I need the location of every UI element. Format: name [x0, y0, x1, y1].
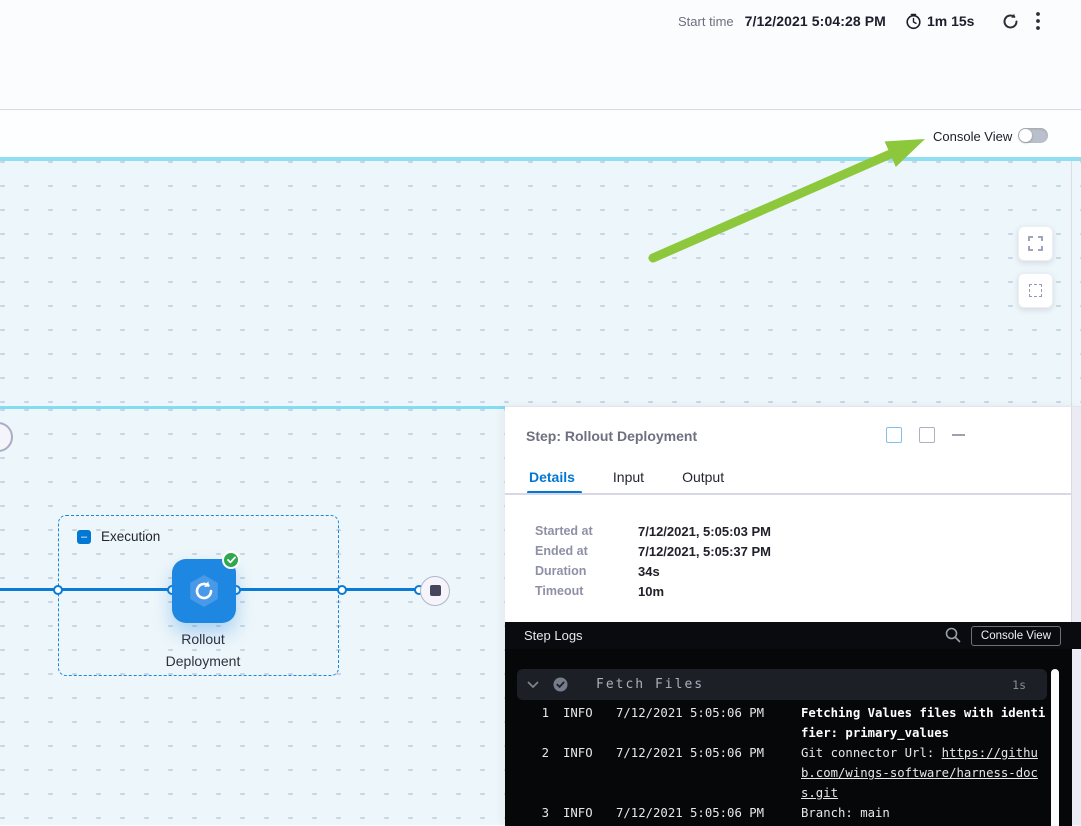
split-view-icon[interactable] [886, 427, 902, 443]
minimize-panel-button[interactable] [952, 434, 965, 436]
execution-group-label: Execution [101, 529, 160, 544]
canvas-right-edge [1071, 161, 1072, 406]
edge-connector-dot [337, 585, 347, 595]
step-details-panel: Step: Rollout Deployment Details Input O… [505, 406, 1081, 825]
log-message: Git connector Url: https://githu b.com/w… [801, 743, 1051, 803]
log-line-number: 1 [505, 703, 549, 743]
toggle-knob [1019, 129, 1032, 142]
log-rows: 1 INFO 7/12/2021 5:05:06 PM Fetching Val… [505, 703, 1065, 823]
detail-label: Started at [535, 524, 638, 538]
detail-label: Ended at [535, 544, 638, 558]
collapse-group-button[interactable]: – [77, 530, 91, 544]
start-time-label: Start time [678, 14, 734, 29]
end-node[interactable] [420, 576, 450, 606]
detail-row-ended-at: Ended at 7/12/2021, 5:05:37 PM [535, 541, 771, 561]
tab-details[interactable]: Details [529, 469, 575, 485]
canvas-dot-grid [0, 161, 1081, 406]
fit-to-screen-icon [1029, 284, 1042, 297]
node-label: Rollout Deployment [123, 628, 283, 672]
detail-row-started-at: Started at 7/12/2021, 5:05:03 PM [535, 521, 771, 541]
start-time-group: Start time 7/12/2021 5:04:28 PM 1m 15s [678, 10, 974, 32]
chevron-down-icon[interactable] [527, 681, 539, 689]
clock-icon [905, 13, 922, 30]
section-success-check-icon [553, 677, 568, 692]
more-options-kebab-button[interactable] [1026, 9, 1050, 33]
detail-row-timeout: Timeout 10m [535, 581, 771, 601]
fullscreen-button[interactable] [1018, 226, 1053, 261]
search-icon[interactable] [945, 627, 961, 643]
view-toolbar [0, 111, 1081, 157]
panel-layout-icon[interactable] [919, 427, 935, 443]
tab-input[interactable]: Input [613, 469, 644, 485]
log-section-duration: 1s [1012, 678, 1026, 692]
detail-row-duration: Duration 34s [535, 561, 771, 581]
panel-title: Step: Rollout Deployment [526, 428, 697, 444]
fit-to-screen-button[interactable] [1018, 273, 1053, 308]
success-badge [222, 551, 240, 569]
rollout-deployment-node[interactable] [172, 559, 236, 623]
log-timestamp: 7/12/2021 5:05:06 PM [616, 803, 776, 823]
log-line-number: 2 [505, 743, 549, 803]
step-detail-rows: Started at 7/12/2021, 5:05:03 PM Ended a… [535, 521, 771, 601]
execution-top-bar: Start time 7/12/2021 5:04:28 PM 1m 15s [0, 0, 1081, 110]
log-row: 2 INFO 7/12/2021 5:05:06 PM Git connecto… [505, 743, 1065, 803]
rollout-icon [183, 570, 225, 612]
log-message-text: Git connector Url: [801, 746, 942, 760]
panel-tabs: Details Input Output [529, 469, 724, 485]
log-message: Branch: main [801, 803, 1051, 823]
log-row: 1 INFO 7/12/2021 5:05:06 PM Fetching Val… [505, 703, 1065, 743]
stop-square-icon [430, 585, 441, 596]
refresh-button[interactable] [998, 9, 1022, 33]
log-section-name: Fetch Files [596, 677, 704, 692]
fullscreen-icon [1028, 236, 1043, 251]
tabs-divider [505, 493, 1072, 495]
minus-glyph: – [81, 532, 87, 543]
log-timestamp: 7/12/2021 5:05:06 PM [616, 703, 776, 743]
detail-value: 7/12/2021, 5:05:03 PM [638, 524, 771, 539]
console-view-button[interactable]: Console View [971, 626, 1061, 646]
console-view-toggle-label: Console View [933, 129, 1012, 144]
log-message: Fetching Values files with identi fier: … [801, 703, 1051, 743]
log-timestamp: 7/12/2021 5:05:06 PM [616, 743, 776, 803]
check-icon [227, 556, 236, 564]
log-level: INFO [563, 743, 599, 803]
step-logs-title: Step Logs [524, 628, 583, 643]
log-level: INFO [563, 803, 599, 823]
detail-value: 7/12/2021, 5:05:37 PM [638, 544, 771, 559]
log-line-number: 3 [505, 803, 549, 823]
detail-label: Timeout [535, 584, 638, 598]
detail-label: Duration [535, 564, 638, 578]
tab-output[interactable]: Output [682, 469, 724, 485]
detail-value: 10m [638, 584, 664, 599]
log-level: INFO [563, 703, 599, 743]
elapsed-duration: 1m 15s [927, 13, 974, 29]
step-logs-bar: Step Logs Console View [505, 622, 1081, 649]
edge-connector-dot [53, 585, 63, 595]
log-console[interactable]: Fetch Files 1s 1 INFO 7/12/2021 5:05:06 … [505, 649, 1072, 826]
panel-header-icons [886, 427, 965, 443]
log-scrollbar[interactable] [1051, 669, 1059, 826]
console-view-toggle[interactable] [1018, 128, 1048, 143]
pipeline-canvas[interactable] [0, 161, 1081, 406]
start-time-value: 7/12/2021 5:04:28 PM [745, 13, 886, 29]
log-section-fetch-files[interactable]: Fetch Files 1s [517, 669, 1047, 700]
log-row: 3 INFO 7/12/2021 5:05:06 PM Branch: main [505, 803, 1065, 823]
stage-graph-canvas[interactable]: – Execution Rollout Deployment [0, 406, 506, 825]
detail-value: 34s [638, 564, 660, 579]
